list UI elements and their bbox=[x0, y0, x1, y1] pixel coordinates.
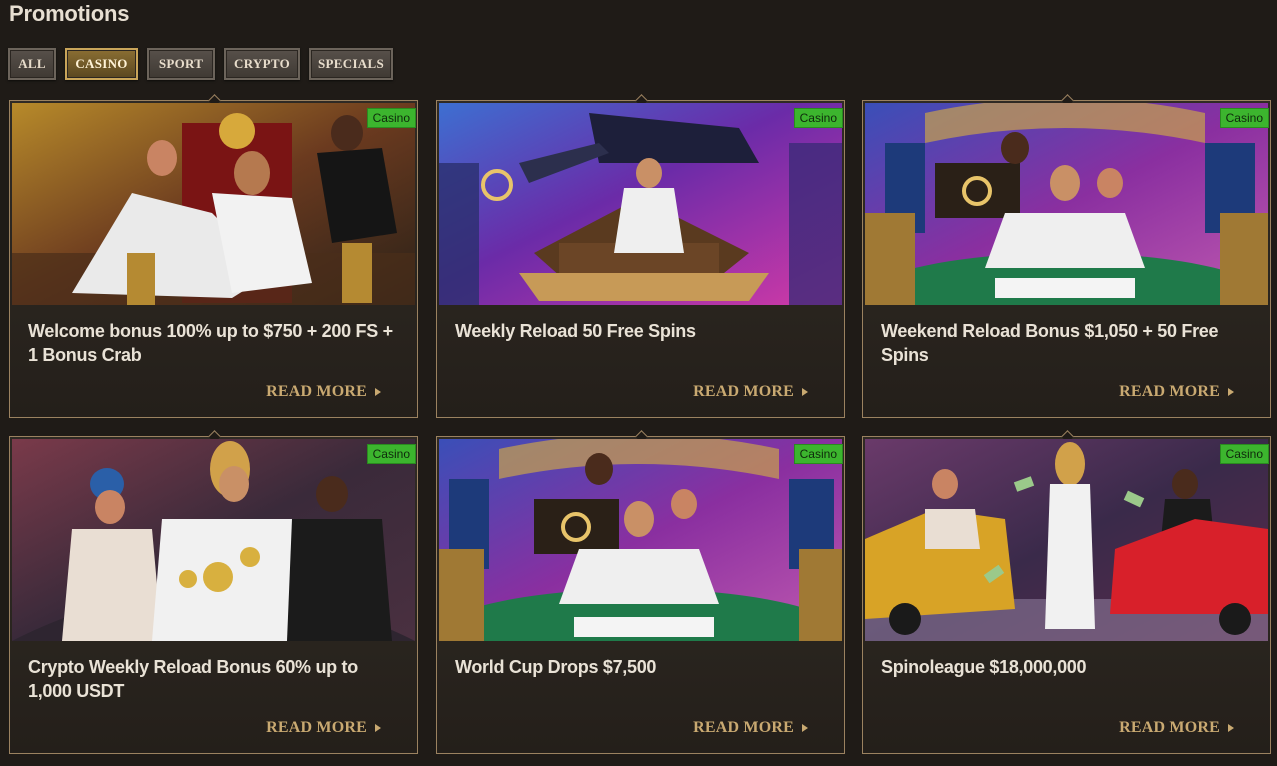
read-more-label: READ MORE bbox=[266, 383, 367, 400]
category-badge: Casino bbox=[366, 444, 416, 464]
promo-image-poker[interactable] bbox=[865, 103, 1268, 305]
promo-card[interactable]: Casino Weekly Reload 50 Free Spins READ … bbox=[436, 94, 845, 418]
chevron-right-icon bbox=[375, 388, 381, 396]
read-more-label: READ MORE bbox=[693, 719, 794, 736]
promo-image-helicopter[interactable] bbox=[439, 103, 842, 305]
page-title: Promotions bbox=[9, 1, 130, 26]
chevron-right-icon bbox=[1228, 724, 1234, 732]
read-more-link[interactable]: READ MORE bbox=[266, 719, 381, 737]
category-badge: Casino bbox=[793, 444, 843, 464]
promo-title: Welcome bonus 100% up to $750 + 200 FS +… bbox=[28, 321, 393, 365]
filter-sport[interactable]: SPORT bbox=[147, 48, 215, 80]
chevron-right-icon bbox=[802, 388, 808, 396]
read-more-label: READ MORE bbox=[693, 383, 794, 400]
filter-specials[interactable]: SPECIALS bbox=[309, 48, 393, 80]
promo-card[interactable]: Casino Crypto Weekly Reload Bonus 60% up… bbox=[9, 430, 418, 754]
promo-image-cars[interactable] bbox=[865, 439, 1268, 641]
filter-crypto[interactable]: CRYPTO bbox=[224, 48, 300, 80]
read-more-link[interactable]: READ MORE bbox=[693, 383, 808, 401]
category-badge: Casino bbox=[1219, 444, 1269, 464]
filter-casino[interactable]: CASINO bbox=[65, 48, 138, 80]
filter-all[interactable]: ALL bbox=[8, 48, 56, 80]
read-more-link[interactable]: READ MORE bbox=[266, 383, 381, 401]
read-more-link[interactable]: READ MORE bbox=[1119, 719, 1234, 737]
promo-title: Crypto Weekly Reload Bonus 60% up to 1,0… bbox=[28, 657, 358, 701]
category-badge: Casino bbox=[793, 108, 843, 128]
chevron-right-icon bbox=[1228, 388, 1234, 396]
promo-image-poker[interactable] bbox=[439, 439, 842, 641]
read-more-label: READ MORE bbox=[266, 719, 367, 736]
promo-card[interactable]: Casino World Cup Drops $7,500 READ MORE bbox=[436, 430, 845, 754]
read-more-link[interactable]: READ MORE bbox=[693, 719, 808, 737]
promo-card[interactable]: Casino Weekend Reload Bonus $1,050 + 50 … bbox=[862, 94, 1271, 418]
promo-title: World Cup Drops $7,500 bbox=[455, 657, 657, 677]
promo-image-throne[interactable] bbox=[12, 103, 415, 305]
filter-tabs: ALL CASINO SPORT CRYPTO SPECIALS bbox=[8, 48, 393, 80]
read-more-label: READ MORE bbox=[1119, 719, 1220, 736]
promo-image-crypto[interactable] bbox=[12, 439, 415, 641]
promo-title: Spinoleague $18,000,000 bbox=[881, 657, 1087, 677]
promo-card[interactable]: Casino Spinoleague $18,000,000 READ MORE bbox=[862, 430, 1271, 754]
chevron-right-icon bbox=[375, 724, 381, 732]
promo-title: Weekend Reload Bonus $1,050 + 50 Free Sp… bbox=[881, 321, 1219, 365]
read-more-label: READ MORE bbox=[1119, 383, 1220, 400]
category-badge: Casino bbox=[366, 108, 416, 128]
promo-title: Weekly Reload 50 Free Spins bbox=[455, 321, 696, 341]
category-badge: Casino bbox=[1219, 108, 1269, 128]
promo-card[interactable]: Casino Welcome bonus 100% up to $750 + 2… bbox=[9, 94, 418, 418]
read-more-link[interactable]: READ MORE bbox=[1119, 383, 1234, 401]
chevron-right-icon bbox=[802, 724, 808, 732]
